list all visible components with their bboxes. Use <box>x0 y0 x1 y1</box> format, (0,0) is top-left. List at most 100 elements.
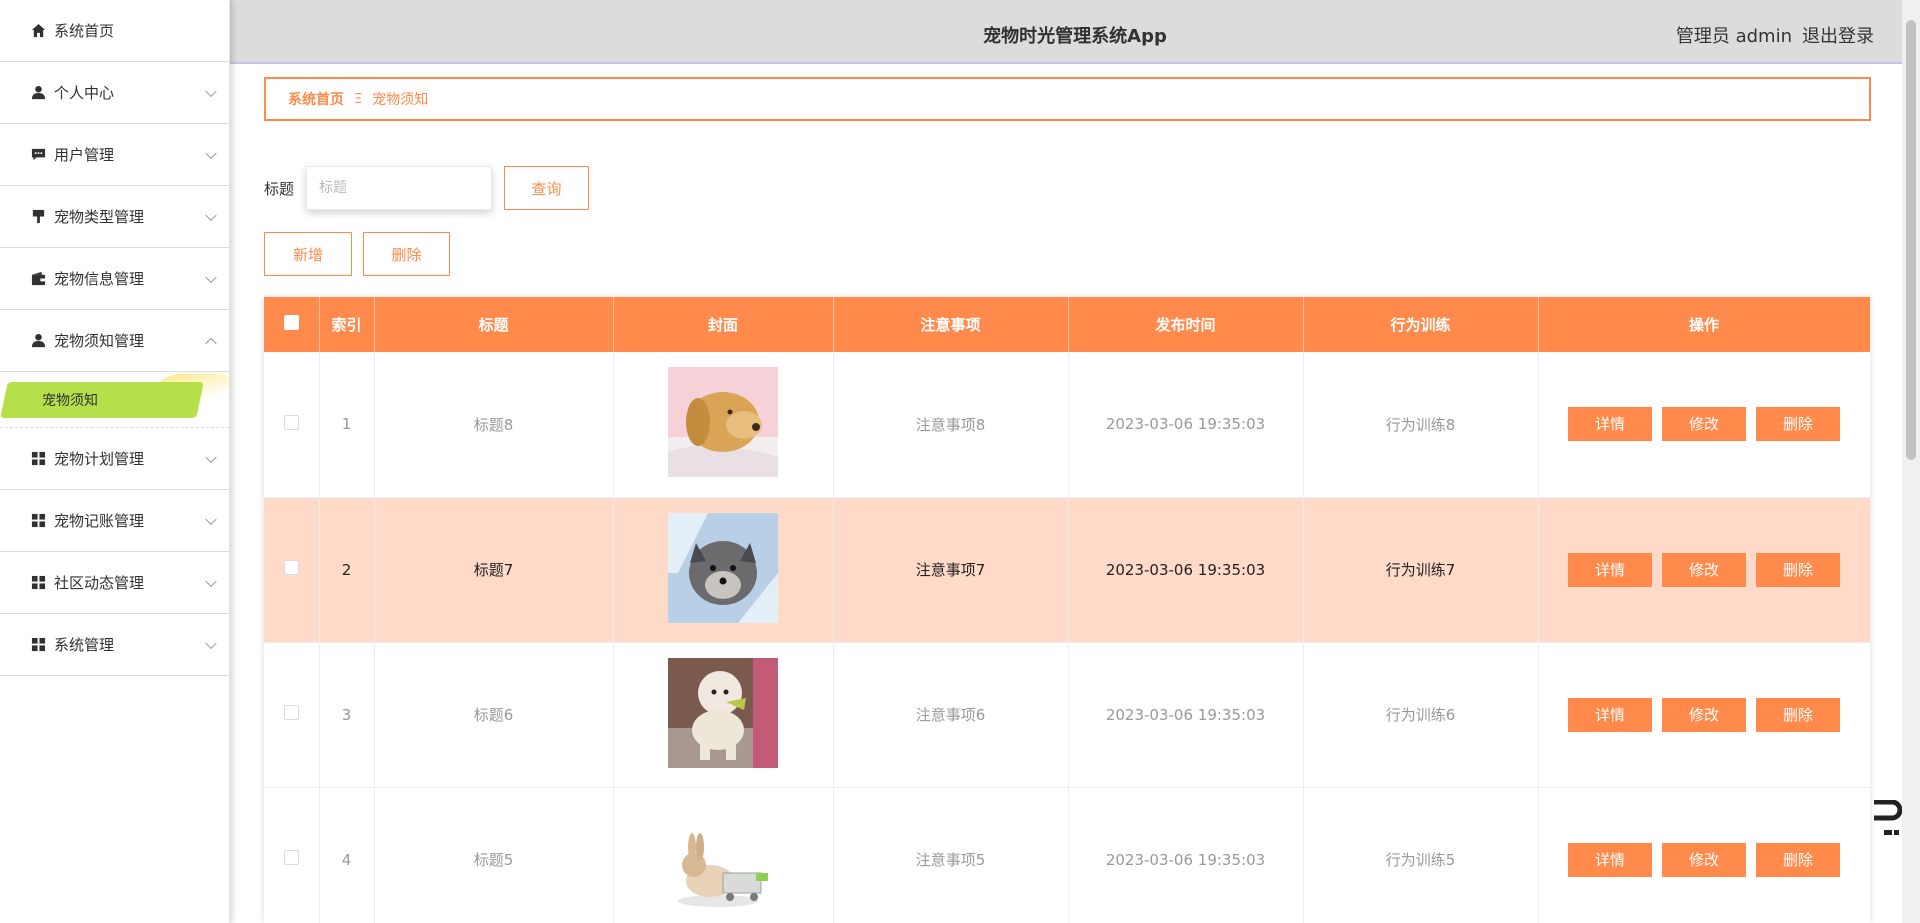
delete-button[interactable]: 删除 <box>1756 697 1840 732</box>
submenu: 宠物须知 <box>0 372 240 428</box>
edit-button[interactable]: 修改 <box>1662 697 1746 732</box>
row-title: 标题5 <box>374 787 614 923</box>
row-title: 标题6 <box>374 642 614 788</box>
row-actions: 详情 修改 删除 <box>1538 497 1870 643</box>
chevron-down-icon <box>205 147 217 159</box>
home-icon <box>30 23 46 39</box>
grid-icon <box>30 575 46 591</box>
poodle-photo <box>668 657 778 768</box>
sidebar-item-label: 宠物类型管理 <box>54 208 145 226</box>
row-index: 3 <box>319 642 375 788</box>
select-all-cell <box>264 297 320 352</box>
row-actions: 详情 修改 删除 <box>1538 642 1870 788</box>
row-training: 行为训练8 <box>1303 352 1539 498</box>
row-title: 标题8 <box>374 352 614 498</box>
row-cover-cell <box>613 642 834 788</box>
wallet-icon <box>30 271 46 287</box>
sidebar-item-label: 社区动态管理 <box>54 574 145 592</box>
breadcrumb-separator-icon: Ξ <box>354 91 363 107</box>
sidebar-item-home[interactable]: 系统首页 <box>0 0 229 62</box>
sidebar-item-system-management[interactable]: 系统管理 <box>0 614 229 676</box>
row-index: 4 <box>319 787 375 923</box>
chat-icon <box>30 147 46 163</box>
chevron-down-icon <box>205 513 217 525</box>
submenu-item-pet-notice[interactable]: 宠物须知 <box>0 382 204 418</box>
grid-icon <box>30 451 46 467</box>
sidebar-item-pet-type-management[interactable]: 宠物类型管理 <box>0 186 229 248</box>
row-publish-time: 2023-03-06 19:35:03 <box>1068 497 1304 643</box>
sidebar-item-personal-center[interactable]: 个人中心 <box>0 62 229 124</box>
column-header-title: 标题 <box>374 297 614 352</box>
admin-label: 管理员 admin <box>1675 26 1792 47</box>
table-row[interactable]: 3 标题6 注意事项6 2023-03-06 19:35:03 行为训练6 详情… <box>264 642 1870 788</box>
chevron-down-icon <box>205 575 217 587</box>
brush-icon <box>30 209 46 225</box>
user-area: 管理员 admin 退出登录 <box>1676 22 1874 48</box>
batch-delete-button[interactable]: 删除 <box>363 232 450 276</box>
row-publish-time: 2023-03-06 19:35:03 <box>1068 352 1304 498</box>
add-button[interactable]: 新增 <box>264 232 352 276</box>
rabbit-photo <box>668 802 778 913</box>
detail-button[interactable]: 详情 <box>1568 552 1652 587</box>
user-icon <box>30 85 46 101</box>
table-row[interactable]: 2 标题7 注意事项7 2023-03-06 19:35:03 行为训练7 详情… <box>264 497 1870 643</box>
row-checkbox[interactable] <box>283 705 299 720</box>
chevron-down-icon <box>205 637 217 649</box>
sidebar-item-pet-plan-management[interactable]: 宠物计划管理 <box>0 428 229 490</box>
row-index: 1 <box>319 352 375 498</box>
chevron-down-icon <box>205 451 217 463</box>
row-training: 行为训练6 <box>1303 642 1539 788</box>
detail-button[interactable]: 详情 <box>1568 697 1652 732</box>
scrollbar-thumb[interactable] <box>1906 20 1916 460</box>
table-row[interactable]: 4 标题5 注意事项5 2023-03-06 19:35:03 行为训练5 详情… <box>264 787 1870 923</box>
sidebar-item-label: 系统首页 <box>54 22 115 40</box>
edit-button[interactable]: 修改 <box>1662 407 1746 442</box>
chevron-down-icon <box>205 209 217 221</box>
row-training: 行为训练5 <box>1303 787 1539 923</box>
row-notes: 注意事项8 <box>833 352 1069 498</box>
grid-icon <box>30 637 46 653</box>
sidebar-item-label: 宠物记账管理 <box>54 512 145 530</box>
page-scrollbar[interactable] <box>1902 0 1920 923</box>
edit-button[interactable]: 修改 <box>1662 552 1746 587</box>
select-all-checkbox[interactable] <box>283 315 299 330</box>
sidebar-item-community-management[interactable]: 社区动态管理 <box>0 552 229 614</box>
row-checkbox[interactable] <box>283 850 299 865</box>
column-header-training: 行为训练 <box>1303 297 1539 352</box>
chevron-down-icon <box>205 85 217 97</box>
detail-button[interactable]: 详情 <box>1568 407 1652 442</box>
table-header-row: 索引 标题 封面 注意事项 发布时间 行为训练 操作 <box>264 297 1870 352</box>
edit-button[interactable]: 修改 <box>1662 842 1746 877</box>
sidebar-item-label: 用户管理 <box>54 146 115 164</box>
delete-button[interactable]: 删除 <box>1756 842 1840 877</box>
row-publish-time: 2023-03-06 19:35:03 <box>1068 787 1304 923</box>
row-index: 2 <box>319 497 375 643</box>
sidebar-item-pet-account-management[interactable]: 宠物记账管理 <box>0 490 229 552</box>
sidebar-item-user-management[interactable]: 用户管理 <box>0 124 229 186</box>
logout-button[interactable]: 退出登录 <box>1802 26 1874 47</box>
user-icon <box>30 333 46 349</box>
detail-button[interactable]: 详情 <box>1568 842 1652 877</box>
sidebar-item-pet-info-management[interactable]: 宠物信息管理 <box>0 248 229 310</box>
row-notes: 注意事项5 <box>833 787 1069 923</box>
row-checkbox[interactable] <box>283 414 299 430</box>
column-header-cover: 封面 <box>613 297 834 352</box>
search-input[interactable] <box>306 166 492 210</box>
grid-icon <box>30 513 46 529</box>
sidebar-item-label: 宠物须知管理 <box>54 332 145 350</box>
delete-button[interactable]: 删除 <box>1756 552 1840 587</box>
terrier-photo <box>668 512 778 623</box>
breadcrumb-current: 宠物须知 <box>372 92 429 108</box>
breadcrumb-home-link[interactable]: 系统首页 <box>288 89 344 109</box>
row-checkbox[interactable] <box>283 560 299 575</box>
column-header-publish-time: 发布时间 <box>1068 297 1304 352</box>
row-training: 行为训练7 <box>1303 497 1539 643</box>
sidebar-item-label: 个人中心 <box>54 84 115 102</box>
delete-button[interactable]: 删除 <box>1756 407 1840 442</box>
query-button[interactable]: 查询 <box>504 166 589 210</box>
sidebar-item-pet-notice-management[interactable]: 宠物须知管理 <box>0 310 229 372</box>
table-row[interactable]: 1 标题8 注意事项8 2023-03-06 19:35:03 行为训练8 详情… <box>264 352 1870 498</box>
column-header-notes: 注意事项 <box>833 297 1069 352</box>
sidebar-item-label: 宠物计划管理 <box>54 450 145 468</box>
floating-widget-icon[interactable] <box>1868 800 1902 840</box>
